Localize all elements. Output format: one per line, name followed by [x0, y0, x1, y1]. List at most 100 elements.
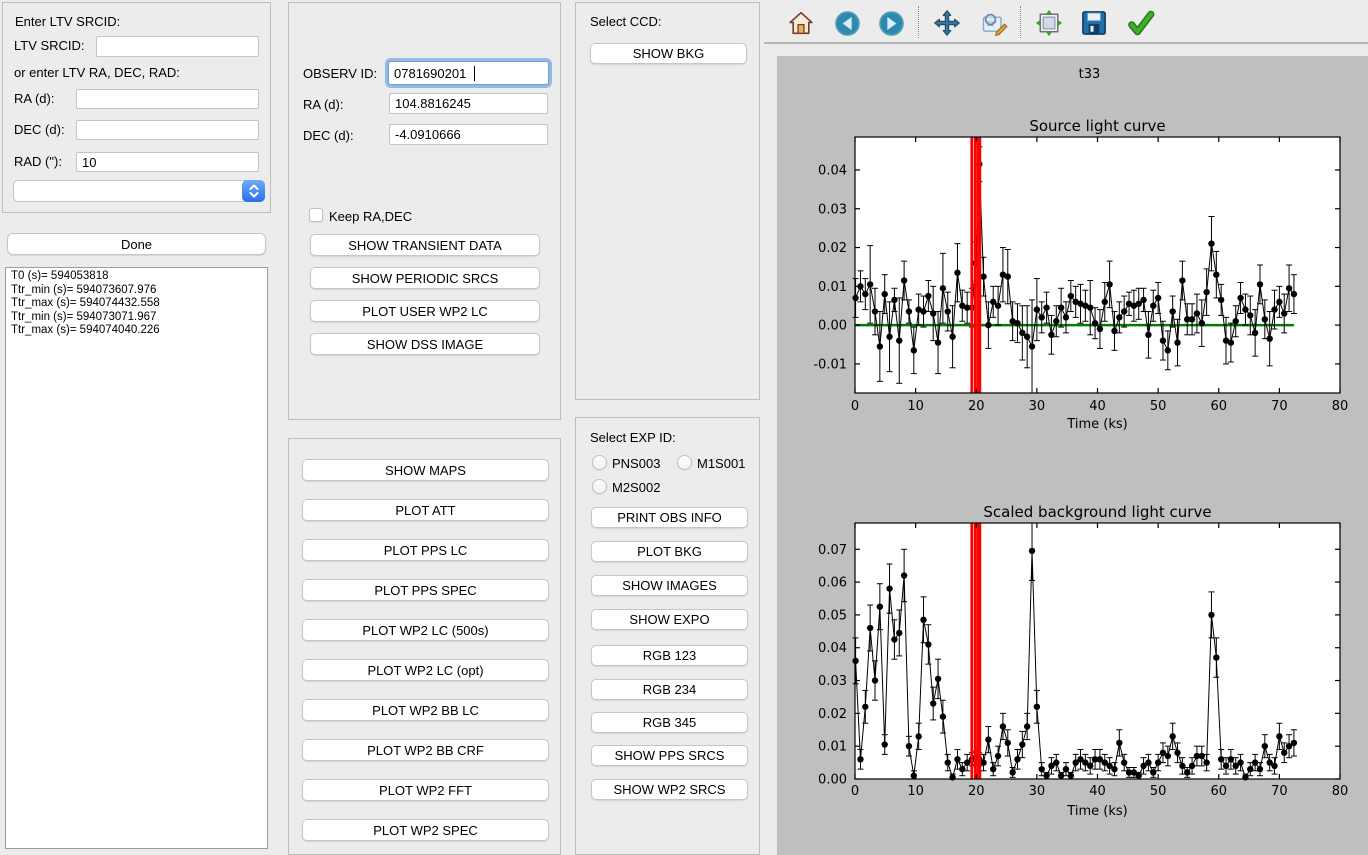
save-button[interactable] — [1077, 6, 1111, 40]
figure-area: t33 0 10 20 30 40 50 60 70 80 -0.01 0.00 0.01 0.02 0.… — [777, 56, 1368, 855]
ltv-srcid-combobox[interactable] — [13, 180, 265, 202]
svg-text:80: 80 — [1332, 399, 1349, 414]
ltv-dec-input[interactable] — [76, 120, 259, 140]
svg-text:20: 20 — [968, 784, 985, 799]
zoom-to-rect-icon — [980, 9, 1008, 37]
svg-text:60: 60 — [1210, 784, 1227, 799]
ccd-panel: Select CCD: SHOW BKG — [575, 2, 760, 400]
pan-move-icon — [933, 9, 961, 37]
show-dss-image-button[interactable]: SHOW DSS IMAGE — [310, 333, 540, 355]
svg-text:Time (ks): Time (ks) — [1066, 417, 1127, 432]
show-transient-data-button[interactable]: SHOW TRANSIENT DATA — [310, 234, 540, 256]
svg-text:80: 80 — [1332, 784, 1349, 799]
confirm-button[interactable] — [1124, 6, 1158, 40]
back-button[interactable] — [830, 6, 864, 40]
text-caret — [474, 66, 475, 81]
select-ccd-heading: Select CCD: — [590, 14, 662, 29]
configure-subplots-button[interactable] — [1032, 6, 1066, 40]
observ-id-input[interactable] — [388, 61, 549, 85]
print-obs-info-button[interactable]: PRINT OBS INFO — [591, 507, 748, 528]
ltv-ra-label: RA (d): — [14, 91, 54, 106]
figure-suptitle: t33 — [794, 67, 1368, 82]
combobox-stepper[interactable] — [242, 180, 265, 202]
green-checkmark-icon — [1127, 9, 1155, 37]
plot-wp2-bb-crf-button[interactable]: PLOT WP2 BB CRF — [302, 739, 549, 761]
show-bkg-button[interactable]: SHOW BKG — [590, 43, 747, 64]
show-maps-button[interactable]: SHOW MAPS — [302, 459, 549, 481]
keep-radec-label: Keep RA,DEC — [329, 209, 412, 224]
svg-text:0.07: 0.07 — [818, 543, 847, 558]
select-exp-heading: Select EXP ID: — [590, 430, 676, 445]
plot-wp2-lc-opt-button[interactable]: PLOT WP2 LC (opt) — [302, 659, 549, 681]
rgb-345-button[interactable]: RGB 345 — [591, 712, 748, 733]
plot-wp2-lc-500s-button[interactable]: PLOT WP2 LC (500s) — [302, 619, 549, 641]
svg-text:0.06: 0.06 — [818, 576, 847, 591]
transient-log-listbox[interactable]: T0 (s)= 594053818 Ttr_min (s)= 594073607… — [5, 267, 268, 849]
ltv-panel-heading: Enter LTV SRCID: — [15, 14, 120, 29]
home-button[interactable] — [784, 6, 818, 40]
plot-user-wp2-lc-button[interactable]: PLOT USER WP2 LC — [310, 300, 540, 322]
log-line: T0 (s)= 594053818 — [11, 270, 262, 284]
forward-button[interactable] — [874, 6, 908, 40]
radio-pns003[interactable] — [592, 455, 607, 470]
show-pps-srcs-button[interactable]: SHOW PPS SRCS — [591, 745, 748, 766]
ltv-dec-label: DEC (d): — [14, 122, 65, 137]
svg-text:60: 60 — [1210, 399, 1227, 414]
svg-text:0.00: 0.00 — [818, 319, 847, 334]
save-floppy-icon — [1080, 9, 1108, 37]
plot-att-button[interactable]: PLOT ATT — [302, 499, 549, 521]
svg-text:20: 20 — [968, 399, 985, 414]
rgb-234-button[interactable]: RGB 234 — [591, 679, 748, 700]
svg-text:0.01: 0.01 — [818, 280, 847, 295]
done-button[interactable]: Done — [7, 233, 266, 255]
svg-text:Scaled background light curve: Scaled background light curve — [983, 503, 1211, 521]
log-line: Ttr_min (s)= 594073071.967 — [11, 311, 262, 325]
keep-radec-checkbox[interactable] — [309, 208, 323, 222]
observ-id-label: OBSERV ID: — [303, 66, 377, 81]
app-window: Enter LTV SRCID: LTV SRCID: or enter LTV… — [0, 0, 1368, 855]
observation-panel: OBSERV ID: RA (d): DEC (d): Keep RA,DEC … — [288, 2, 561, 420]
svg-text:0.04: 0.04 — [818, 641, 847, 656]
svg-text:0: 0 — [851, 784, 859, 799]
svg-text:50: 50 — [1150, 399, 1167, 414]
plot-wp2-bb-lc-button[interactable]: PLOT WP2 BB LC — [302, 699, 549, 721]
svg-text:0.02: 0.02 — [818, 241, 847, 256]
ltv-rad-label: RAD ("): — [14, 154, 62, 169]
show-periodic-srcs-button[interactable]: SHOW PERIODIC SRCS — [310, 267, 540, 289]
ltv-srcid-input[interactable] — [96, 36, 259, 57]
obs-dec-input[interactable] — [389, 124, 548, 145]
svg-text:Source light curve: Source light curve — [1029, 117, 1165, 135]
plot-wp2-spec-button[interactable]: PLOT WP2 SPEC — [302, 819, 549, 841]
svg-text:30: 30 — [1029, 784, 1046, 799]
plot-pps-spec-button[interactable]: PLOT PPS SPEC — [302, 579, 549, 601]
plot-pps-lc-button[interactable]: PLOT PPS LC — [302, 539, 549, 561]
svg-text:40: 40 — [1089, 399, 1106, 414]
radio-m1s001[interactable] — [677, 455, 692, 470]
ltv-ra-input[interactable] — [76, 89, 259, 109]
radio-m2s002[interactable] — [592, 479, 607, 494]
svg-text:40: 40 — [1089, 784, 1106, 799]
plot-wp2-fft-button[interactable]: PLOT WP2 FFT — [302, 779, 549, 801]
plot-buttons-panel: SHOW MAPS PLOT ATT PLOT PPS LC PLOT PPS … — [288, 438, 561, 855]
svg-text:Time (ks): Time (ks) — [1066, 804, 1127, 819]
show-expo-button[interactable]: SHOW EXPO — [591, 609, 748, 630]
ltv-rad-input[interactable] — [76, 152, 259, 172]
plot-bkg-button[interactable]: PLOT BKG — [591, 541, 748, 562]
radio-m1s001-label: M1S001 — [697, 456, 745, 471]
svg-text:0.03: 0.03 — [818, 202, 847, 217]
show-images-button[interactable]: SHOW IMAGES — [591, 575, 748, 596]
show-wp2-srcs-button[interactable]: SHOW WP2 SRCS — [591, 779, 748, 800]
obs-ra-input[interactable] — [389, 93, 548, 114]
rgb-123-button[interactable]: RGB 123 — [591, 645, 748, 666]
svg-text:10: 10 — [907, 784, 924, 799]
log-line: Ttr_max (s)= 594074040.226 — [11, 324, 262, 338]
svg-text:0: 0 — [851, 399, 859, 414]
pan-button[interactable] — [930, 6, 964, 40]
ltv-srcid-label: LTV SRCID: — [14, 38, 85, 53]
zoom-to-rect-button[interactable] — [977, 6, 1011, 40]
svg-text:10: 10 — [907, 399, 924, 414]
svg-text:70: 70 — [1271, 399, 1288, 414]
back-arrow-icon — [834, 10, 861, 37]
light-curve-canvas[interactable]: 0 10 20 30 40 50 60 70 80 -0.01 0.00 0.01 0.02 0.03 0.… — [777, 56, 1368, 855]
svg-text:-0.01: -0.01 — [813, 357, 847, 372]
